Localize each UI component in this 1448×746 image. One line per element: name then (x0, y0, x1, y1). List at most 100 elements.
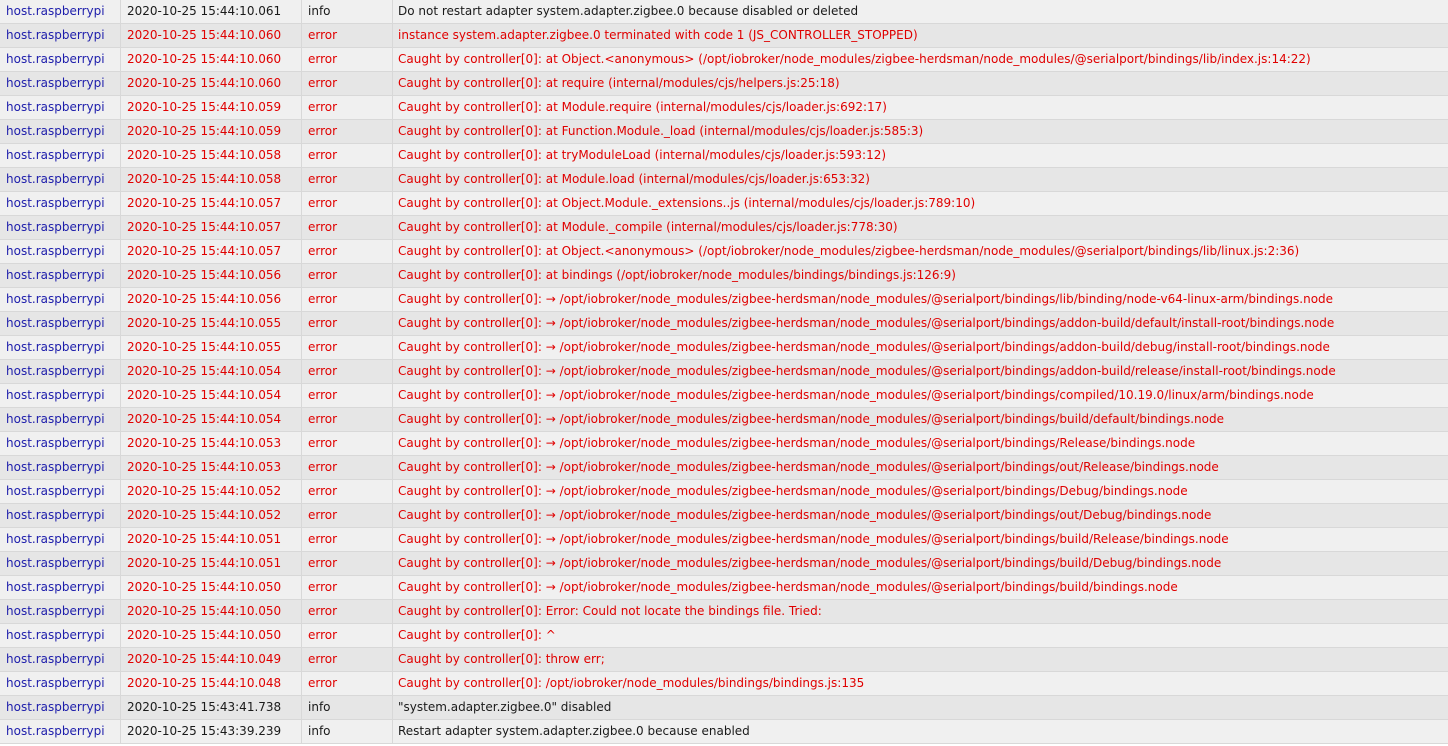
log-time: 2020-10-25 15:44:10.055 (121, 312, 302, 335)
log-severity: error (302, 576, 393, 599)
log-severity: error (302, 408, 393, 431)
log-source: host.raspberrypi (0, 480, 121, 503)
log-row[interactable]: host.raspberrypi 2020-10-25 15:44:10.050 e… (0, 576, 1448, 600)
log-message: Caught by controller[0]: at Object.Modul… (398, 196, 976, 210)
log-row[interactable]: host.raspberrypi 2020-10-25 15:44:10.055 e… (0, 336, 1448, 360)
log-row[interactable]: host.raspberrypi 2020-10-25 15:44:10.061 i… (0, 0, 1448, 24)
log-message: Caught by controller[0]: at bindings (/o… (398, 268, 956, 282)
log-row[interactable]: host.raspberrypi 2020-10-25 15:43:41.738 i… (0, 696, 1448, 720)
log-severity: error (302, 672, 393, 695)
log-row[interactable]: host.raspberrypi 2020-10-25 15:44:10.054 e… (0, 384, 1448, 408)
log-row[interactable]: host.raspberrypi 2020-10-25 15:44:10.058 e… (0, 144, 1448, 168)
log-time: 2020-10-25 15:43:39.239 (121, 720, 302, 743)
log-source: host.raspberrypi (0, 24, 121, 47)
log-row[interactable]: host.raspberrypi 2020-10-25 15:44:10.060 e… (0, 72, 1448, 96)
log-source: host.raspberrypi (0, 216, 121, 239)
log-time: 2020-10-25 15:44:10.050 (121, 576, 302, 599)
log-message: Caught by controller[0]: ^ (398, 628, 556, 642)
log-time: 2020-10-25 15:44:10.052 (121, 504, 302, 527)
log-row[interactable]: host.raspberrypi 2020-10-25 15:44:10.052 e… (0, 504, 1448, 528)
log-message: Caught by controller[0]: → /opt/iobroker… (398, 364, 1336, 378)
log-time: 2020-10-25 15:44:10.058 (121, 144, 302, 167)
log-severity: error (302, 648, 393, 671)
log-row[interactable]: host.raspberrypi 2020-10-25 15:44:10.057 e… (0, 192, 1448, 216)
log-message: Caught by controller[0]: → /opt/iobroker… (398, 412, 1224, 426)
log-time: 2020-10-25 15:44:10.051 (121, 528, 302, 551)
log-row[interactable]: host.raspberrypi 2020-10-25 15:44:10.059 e… (0, 120, 1448, 144)
log-severity: error (302, 336, 393, 359)
log-source: host.raspberrypi (0, 240, 121, 263)
log-message: "system.adapter.zigbee.0" disabled (398, 700, 612, 714)
log-severity: error (302, 120, 393, 143)
log-row[interactable]: host.raspberrypi 2020-10-25 15:44:10.059 e… (0, 96, 1448, 120)
log-time: 2020-10-25 15:44:10.053 (121, 456, 302, 479)
log-source: host.raspberrypi (0, 576, 121, 599)
log-time: 2020-10-25 15:44:10.060 (121, 72, 302, 95)
log-row[interactable]: host.raspberrypi 2020-10-25 15:44:10.048 e… (0, 672, 1448, 696)
log-severity: error (302, 456, 393, 479)
log-message: Restart adapter system.adapter.zigbee.0 … (398, 724, 750, 738)
log-row[interactable]: host.raspberrypi 2020-10-25 15:44:10.056 e… (0, 288, 1448, 312)
log-time: 2020-10-25 15:44:10.059 (121, 120, 302, 143)
log-message: Caught by controller[0]: → /opt/iobroker… (398, 388, 1314, 402)
log-row[interactable]: host.raspberrypi 2020-10-25 15:44:10.056 e… (0, 264, 1448, 288)
log-time: 2020-10-25 15:44:10.056 (121, 264, 302, 287)
log-severity: error (302, 96, 393, 119)
log-source: host.raspberrypi (0, 144, 121, 167)
log-source: host.raspberrypi (0, 720, 121, 743)
log-source: host.raspberrypi (0, 384, 121, 407)
log-source: host.raspberrypi (0, 336, 121, 359)
log-severity: error (302, 72, 393, 95)
log-severity: error (302, 528, 393, 551)
log-row[interactable]: host.raspberrypi 2020-10-25 15:44:10.051 e… (0, 528, 1448, 552)
log-row[interactable]: host.raspberrypi 2020-10-25 15:44:10.050 e… (0, 600, 1448, 624)
log-time: 2020-10-25 15:44:10.050 (121, 624, 302, 647)
log-source: host.raspberrypi (0, 552, 121, 575)
log-source: host.raspberrypi (0, 408, 121, 431)
log-message: Caught by controller[0]: → /opt/iobroker… (398, 532, 1229, 546)
log-row[interactable]: host.raspberrypi 2020-10-25 15:44:10.052 e… (0, 480, 1448, 504)
log-row[interactable]: host.raspberrypi 2020-10-25 15:44:10.057 e… (0, 240, 1448, 264)
log-message: Caught by controller[0]: throw err; (398, 652, 605, 666)
log-row[interactable]: host.raspberrypi 2020-10-25 15:44:10.058 e… (0, 168, 1448, 192)
log-severity: error (302, 480, 393, 503)
log-message: Caught by controller[0]: at tryModuleLoa… (398, 148, 887, 162)
log-message: Caught by controller[0]: → /opt/iobroker… (398, 580, 1178, 594)
log-row[interactable]: host.raspberrypi 2020-10-25 15:44:10.049 e… (0, 648, 1448, 672)
log-source: host.raspberrypi (0, 168, 121, 191)
log-message: Caught by controller[0]: at Object.<anon… (398, 52, 1311, 66)
log-row[interactable]: host.raspberrypi 2020-10-25 15:44:10.053 e… (0, 456, 1448, 480)
log-row[interactable]: host.raspberrypi 2020-10-25 15:44:10.054 e… (0, 360, 1448, 384)
log-row[interactable]: host.raspberrypi 2020-10-25 15:44:10.051 e… (0, 552, 1448, 576)
log-row[interactable]: host.raspberrypi 2020-10-25 15:44:10.060 e… (0, 48, 1448, 72)
log-time: 2020-10-25 15:44:10.058 (121, 168, 302, 191)
log-source: host.raspberrypi (0, 0, 121, 23)
log-source: host.raspberrypi (0, 432, 121, 455)
log-source: host.raspberrypi (0, 600, 121, 623)
log-row[interactable]: host.raspberrypi 2020-10-25 15:44:10.050 e… (0, 624, 1448, 648)
log-row[interactable]: host.raspberrypi 2020-10-25 15:44:10.054 e… (0, 408, 1448, 432)
log-severity: error (302, 168, 393, 191)
log-message: Caught by controller[0]: → /opt/iobroker… (398, 340, 1330, 354)
log-row[interactable]: host.raspberrypi 2020-10-25 15:44:10.055 e… (0, 312, 1448, 336)
log-source: host.raspberrypi (0, 120, 121, 143)
log-source: host.raspberrypi (0, 696, 121, 719)
log-severity: info (302, 696, 393, 719)
log-row[interactable]: host.raspberrypi 2020-10-25 15:44:10.060 e… (0, 24, 1448, 48)
log-time: 2020-10-25 15:43:41.738 (121, 696, 302, 719)
log-time: 2020-10-25 15:44:10.050 (121, 600, 302, 623)
log-row[interactable]: host.raspberrypi 2020-10-25 15:43:39.239 i… (0, 720, 1448, 744)
log-severity: error (302, 216, 393, 239)
log-row[interactable]: host.raspberrypi 2020-10-25 15:44:10.053 e… (0, 432, 1448, 456)
log-time: 2020-10-25 15:44:10.052 (121, 480, 302, 503)
log-severity: error (302, 360, 393, 383)
log-message: Caught by controller[0]: /opt/iobroker/n… (398, 676, 865, 690)
log-message: Caught by controller[0]: → /opt/iobroker… (398, 292, 1334, 306)
log-row[interactable]: host.raspberrypi 2020-10-25 15:44:10.057 e… (0, 216, 1448, 240)
log-severity: info (302, 0, 393, 23)
log-source: host.raspberrypi (0, 264, 121, 287)
log-severity: error (302, 312, 393, 335)
log-message: Caught by controller[0]: → /opt/iobroker… (398, 556, 1222, 570)
log-time: 2020-10-25 15:44:10.060 (121, 24, 302, 47)
log-severity: error (302, 264, 393, 287)
